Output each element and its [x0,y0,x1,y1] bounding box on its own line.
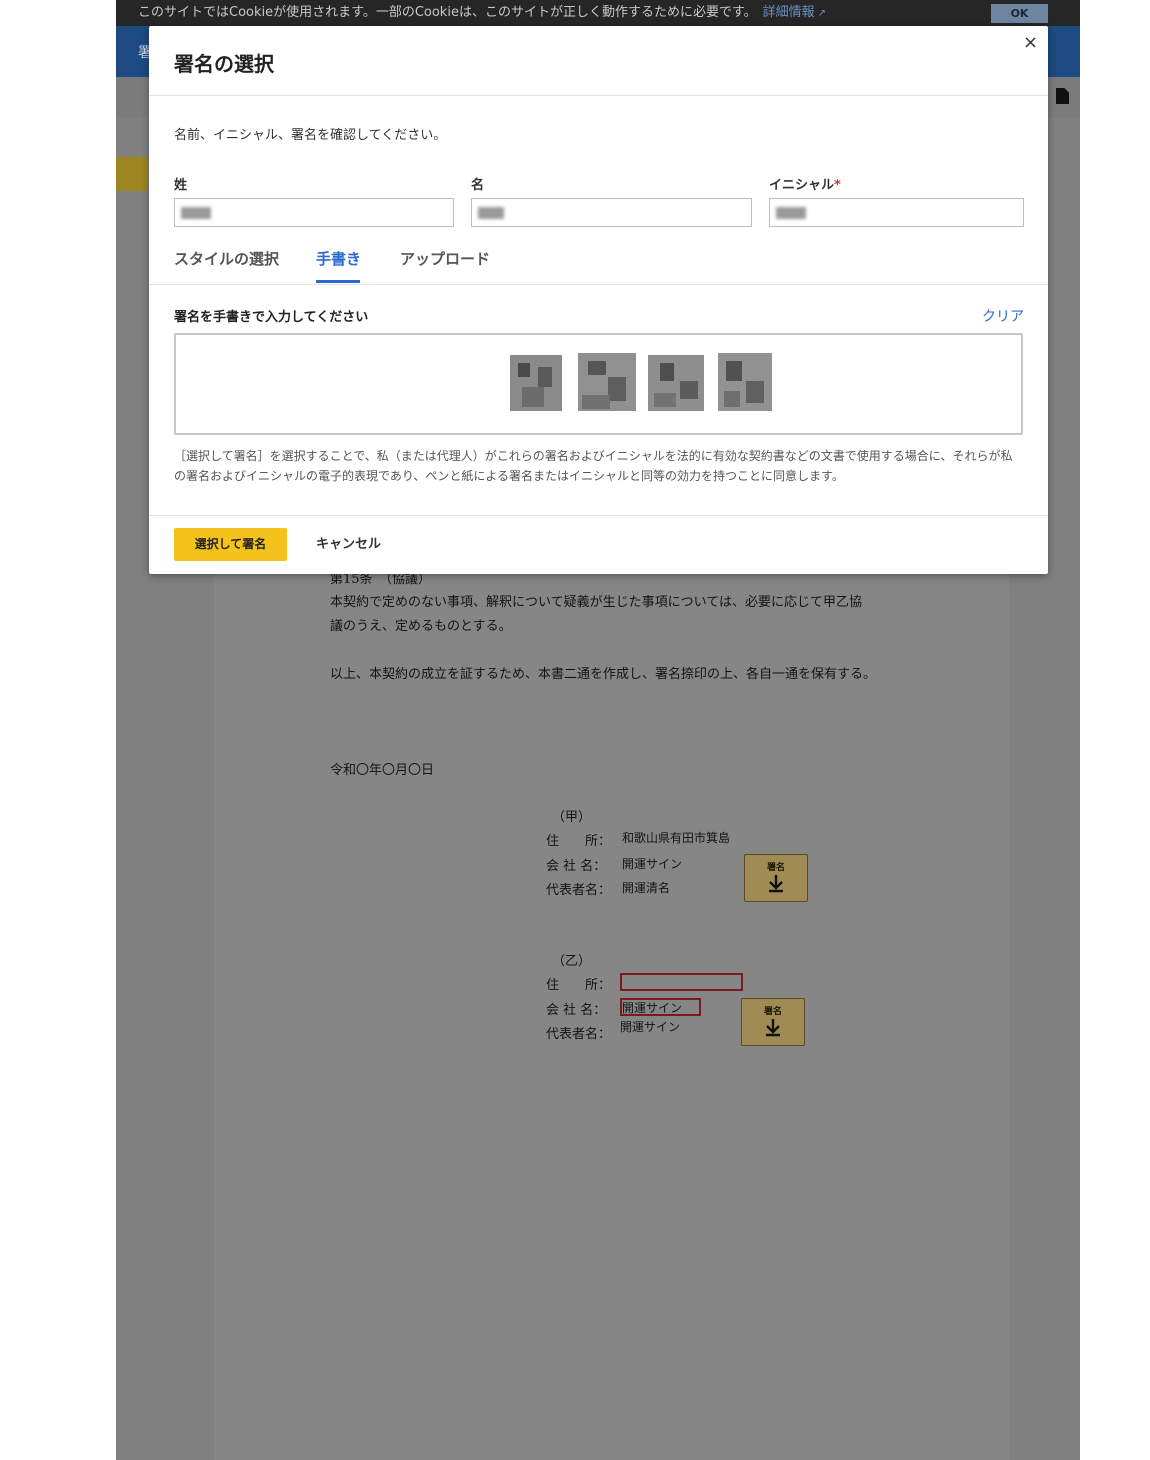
last-name-input[interactable] [174,198,454,227]
required-mark: * [834,178,841,193]
initials-input[interactable] [769,198,1024,227]
modal-overlay: 署名の選択 × 名前、イニシャル、署名を確認してください。 姓 名 イニシャル*… [0,0,1150,1460]
last-name-label: 姓 [174,178,188,193]
tab-upload[interactable]: アップロード [400,248,490,269]
divider [149,95,1048,96]
first-name-label: 名 [471,178,485,193]
handwriting-label: 署名を手書きで入力してください [174,310,369,325]
legal-notice: ［選択して署名］を選択することで、私（または代理人）がこれらの署名およびイニシャ… [174,449,1013,483]
close-icon[interactable]: × [1023,32,1038,53]
dialog-title: 署名の選択 [174,52,274,76]
redacted-value [478,207,504,219]
signature-pad[interactable] [174,333,1023,435]
redacted-value [776,207,806,219]
clear-link[interactable]: クリア [982,306,1024,326]
cancel-button[interactable]: キャンセル [316,528,381,561]
tab-style-select[interactable]: スタイルの選択 [174,248,279,269]
divider [149,515,1048,516]
redacted-value [181,207,211,219]
dialog-description: 名前、イニシャル、署名を確認してください。 [174,128,447,143]
signature-dialog: 署名の選択 × 名前、イニシャル、署名を確認してください。 姓 名 イニシャル*… [149,26,1048,574]
initials-label: イニシャル* [769,178,841,193]
divider [149,284,1048,285]
tab-handwriting[interactable]: 手書き [316,248,361,269]
select-and-sign-button[interactable]: 選択して署名 [174,528,287,561]
active-tab-indicator [316,280,360,283]
first-name-input[interactable] [471,198,752,227]
handwritten-signature-image [504,351,774,413]
